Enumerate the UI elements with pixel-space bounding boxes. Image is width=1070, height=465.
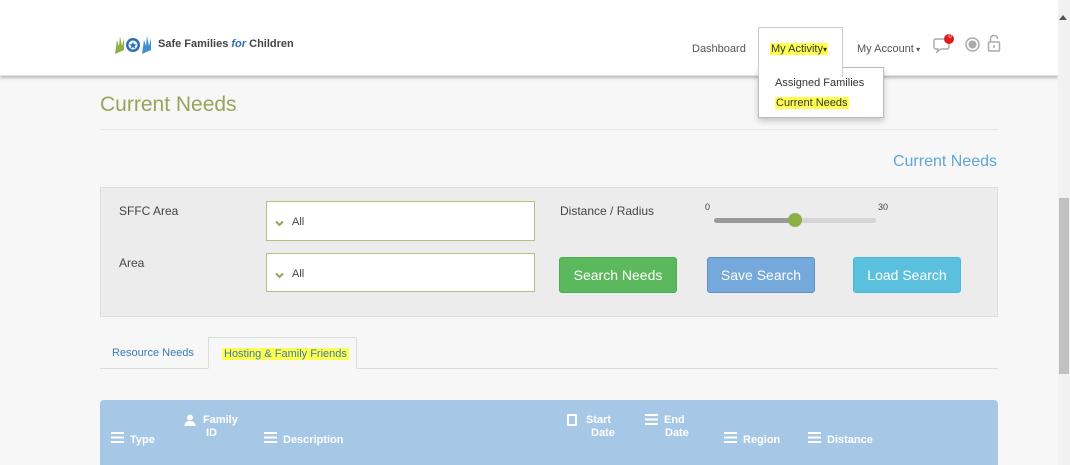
notification-badge: 0 (948, 34, 952, 40)
load-search-button[interactable]: Load Search (853, 257, 961, 293)
sort-lines-icon (808, 432, 822, 444)
search-filter-panel (100, 187, 998, 317)
sort-lines-icon (724, 432, 738, 444)
nav-my-account[interactable]: My Account ▾ (857, 43, 920, 55)
area-select[interactable]: All (266, 253, 535, 292)
slider-min-label: 0 (705, 202, 711, 212)
sffc-area-value: All (292, 216, 305, 228)
scroll-up-arrow-icon[interactable] (1059, 15, 1067, 20)
lock-icon[interactable] (987, 34, 1001, 55)
family-hands-icon (112, 32, 154, 56)
column-type[interactable]: Type (111, 432, 155, 447)
brand-name: Safe Families for Children (158, 38, 294, 50)
nav-my-activity[interactable]: My Activity▾ (770, 43, 828, 55)
column-start-date[interactable]: Start Date (567, 414, 615, 440)
caret-down-icon: ▾ (913, 45, 921, 54)
sort-lines-icon (111, 432, 125, 444)
scrollbar-thumb[interactable] (1059, 198, 1069, 374)
area-label: Area (119, 256, 145, 270)
divider (100, 129, 998, 130)
column-description[interactable]: Description (264, 432, 344, 447)
sffc-area-label: SFFC Area (119, 204, 179, 218)
column-end-date[interactable]: End Date (645, 414, 689, 440)
search-needs-button[interactable]: Search Needs (559, 257, 677, 293)
slider-max-label: 30 (878, 202, 889, 212)
chevron-down-icon (275, 269, 284, 279)
tab-hosting-family-friends[interactable]: Hosting & Family Friends (208, 337, 357, 369)
sort-lines-icon (264, 432, 278, 444)
distance-radius-label: Distance / Radius (560, 204, 655, 218)
nav-my-activity-tab[interactable]: My Activity▾ (758, 27, 843, 77)
distance-slider-handle[interactable] (788, 213, 802, 227)
sort-lines-icon (645, 414, 659, 426)
chevron-down-icon (275, 217, 284, 227)
column-distance[interactable]: Distance (808, 432, 873, 447)
sffc-area-select[interactable]: All (266, 201, 535, 241)
menu-item-assigned-families[interactable]: Assigned Families (775, 77, 864, 89)
section-title: Current Needs (892, 153, 997, 170)
menu-item-current-needs[interactable]: Current Needs (775, 97, 849, 109)
tab-resource-needs[interactable]: Resource Needs (112, 347, 194, 359)
column-family-id[interactable]: Family ID (184, 414, 238, 440)
column-region[interactable]: Region (724, 432, 780, 447)
page-scrollbar[interactable] (1058, 0, 1070, 465)
needs-table-header: Type Family ID Description Start Date End D… (100, 400, 998, 465)
tab-hosting-label: Hosting & Family Friends (222, 348, 349, 360)
page-title: Current Needs (100, 93, 237, 116)
document-icon (567, 414, 581, 426)
area-value: All (292, 268, 305, 280)
person-icon (184, 414, 198, 426)
nav-dashboard[interactable]: Dashboard (692, 43, 746, 55)
caret-down-icon: ▾ (822, 45, 827, 54)
top-navbar: Safe Families for Children Dashboard My … (0, 0, 1058, 76)
brand-logo[interactable]: Safe Families for Children (112, 32, 294, 56)
distance-slider-fill (714, 218, 795, 223)
save-search-button[interactable]: Save Search (707, 257, 815, 293)
help-icon[interactable] (965, 37, 980, 55)
